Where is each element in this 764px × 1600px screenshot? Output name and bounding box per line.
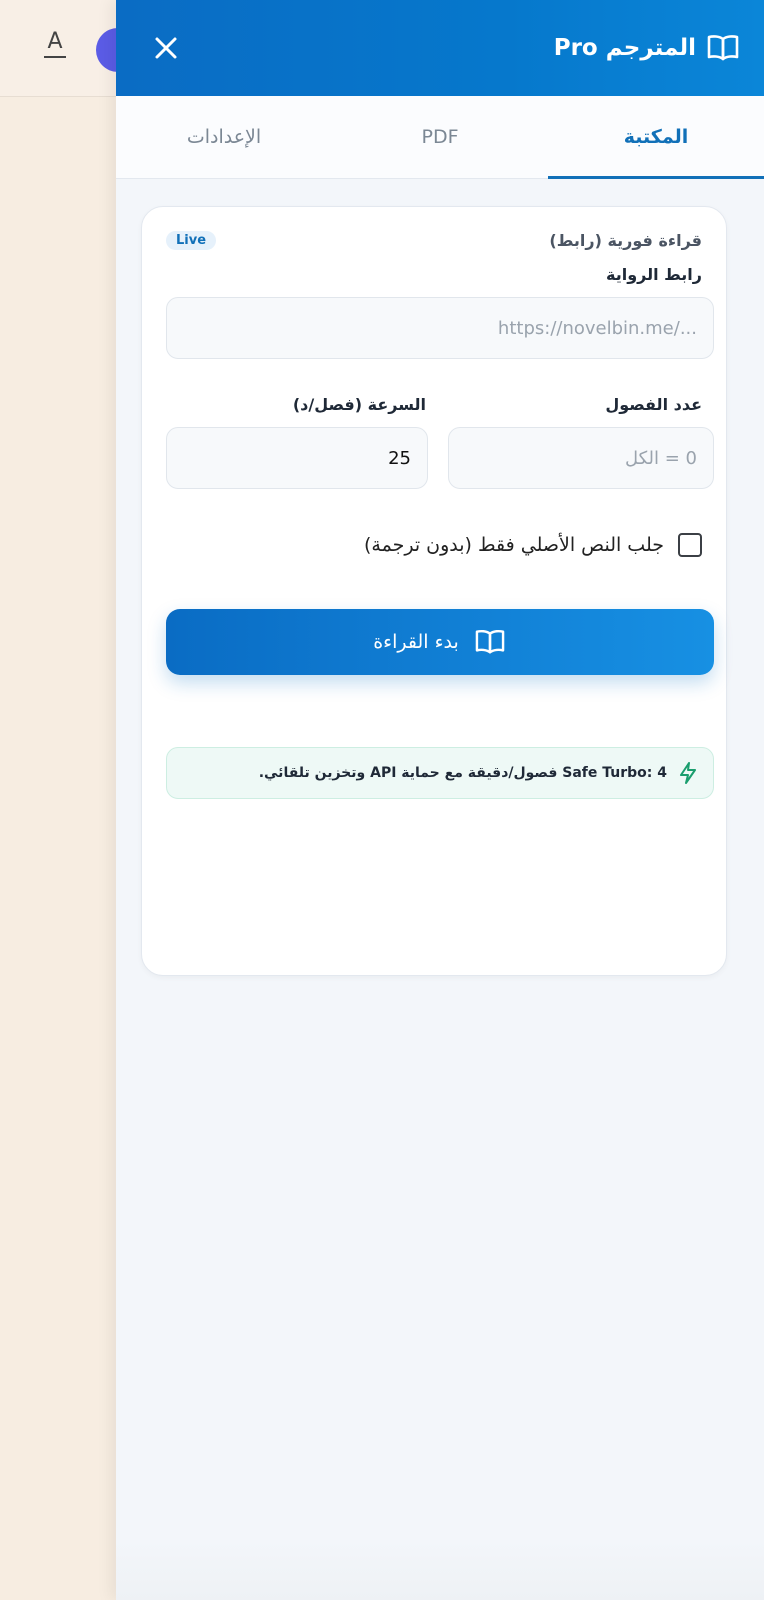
chapters-count-input[interactable]	[448, 427, 714, 489]
original-only-checkbox[interactable]	[678, 533, 702, 557]
open-book-icon	[707, 35, 739, 61]
close-icon	[155, 37, 177, 59]
font-style-letter: A	[47, 29, 63, 54]
panel-title: المترجم Pro	[553, 35, 696, 61]
translator-panel: المترجم Pro المكتبة PDF الإعدادات قراءة …	[116, 0, 764, 1600]
panel-title-group: المترجم Pro	[554, 30, 740, 66]
novel-url-input[interactable]	[166, 297, 714, 359]
chapters-label: عدد الفصول	[605, 395, 702, 414]
turbo-info-text: Safe Turbo: 4 فصول/دقيقة مع حماية API وت…	[258, 765, 667, 781]
start-reading-label: بدء القراءة	[373, 631, 459, 653]
tab-settings[interactable]: الإعدادات	[116, 96, 332, 178]
lightning-icon	[680, 762, 696, 784]
speed-input[interactable]	[166, 427, 428, 489]
close-button[interactable]	[146, 28, 186, 68]
live-badge: Live	[166, 231, 217, 250]
original-only-label: جلب النص الأصلي فقط (بدون ترجمة)	[364, 534, 664, 556]
live-reading-card: قراءة فورية (رابط) Live رابط الرواية عدد…	[141, 206, 727, 976]
tab-pdf[interactable]: PDF	[332, 96, 548, 178]
font-style-icon[interactable]: A	[44, 30, 66, 58]
original-only-option[interactable]: جلب النص الأصلي فقط (بدون ترجمة)	[364, 533, 702, 557]
panel-header: المترجم Pro	[116, 0, 764, 96]
tab-library[interactable]: المكتبة	[548, 96, 764, 179]
panel-bottom-fade	[116, 1540, 764, 1600]
open-book-icon	[475, 629, 505, 654]
font-style-underline	[44, 56, 66, 58]
section-title: قراءة فورية (رابط)	[549, 231, 702, 250]
url-label: رابط الرواية	[606, 265, 702, 284]
start-reading-button[interactable]: بدء القراءة	[166, 609, 714, 675]
tab-bar: المكتبة PDF الإعدادات	[116, 96, 764, 179]
speed-label: السرعة (فصل/د)	[292, 395, 426, 414]
turbo-info-box: Safe Turbo: 4 فصول/دقيقة مع حماية API وت…	[166, 747, 714, 799]
